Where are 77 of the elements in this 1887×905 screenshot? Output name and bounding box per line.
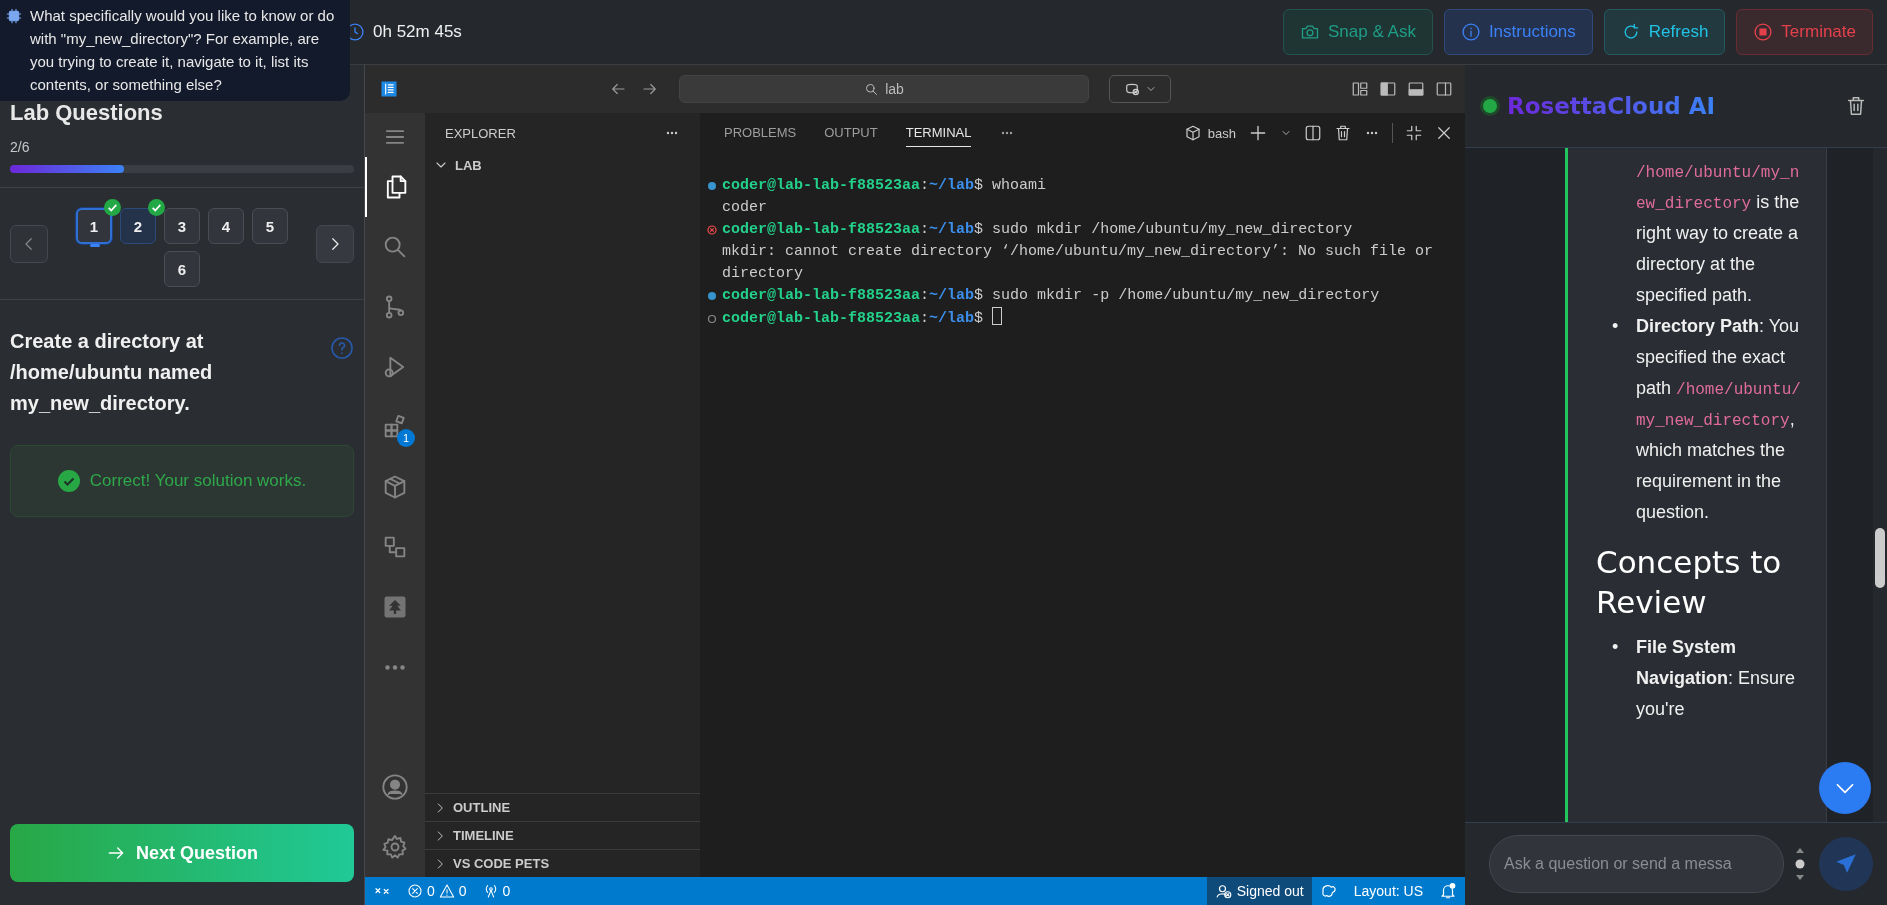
split-icon <box>1304 124 1322 142</box>
question-number[interactable]: 5 <box>252 208 288 244</box>
terminal-cube-icon <box>1183 124 1202 142</box>
account-status[interactable]: Signed out <box>1206 877 1312 905</box>
sidebar-right-icon <box>1435 80 1453 98</box>
trash-icon <box>1845 95 1867 117</box>
error-mark-icon <box>706 225 717 235</box>
stop-icon <box>1753 22 1774 42</box>
question-number[interactable]: 6 <box>164 251 200 287</box>
success-text: Correct! Your solution works. <box>89 471 307 491</box>
panel-tab[interactable]: OUTPUT <box>824 119 878 147</box>
help-icon <box>330 336 354 360</box>
question-number[interactable]: 1 <box>76 208 112 244</box>
panel-tab[interactable]: TERMINAL <box>905 119 972 147</box>
question-number[interactable]: 4 <box>208 208 244 244</box>
empty-circle-icon <box>706 313 717 324</box>
message-heading: Concepts to Review <box>1596 543 1783 622</box>
terminal-command: coder@lab-lab-f88523aa:~/lab$ whoami <box>722 176 1048 196</box>
settings-icon <box>381 833 409 861</box>
command-search[interactable]: lab <box>679 75 1089 103</box>
send-button[interactable] <box>1819 837 1873 891</box>
folder-row[interactable]: LAB <box>425 153 700 177</box>
section-header[interactable]: TIMELINE <box>425 821 700 849</box>
section-header[interactable]: OUTLINE <box>425 793 700 821</box>
terminal-command: coder@lab-lab-f88523aa:~/lab$ sudo mkdir -p /home/ubuntu/my_new_directory <box>722 286 1381 306</box>
close-icon <box>1435 124 1453 142</box>
list-item: Directory Path: You specified the exact path /home/ubuntu/my_new_directory, which matches the requirement in the question. <box>1636 315 1802 524</box>
info-icon <box>1460 22 1481 42</box>
trash-icon <box>1334 124 1352 142</box>
shell-selector[interactable]: bash <box>1183 124 1236 142</box>
question-count: 2/6 <box>10 139 31 155</box>
account-off-icon <box>1214 882 1233 900</box>
feedback-icon <box>1319 882 1338 900</box>
section-heading: Lab Questions <box>10 101 164 125</box>
next-button[interactable] <box>316 224 354 263</box>
problems-status[interactable]: 0 0 <box>399 877 475 905</box>
question-number[interactable]: 3 <box>164 208 200 244</box>
list-item: File System Navigation: Ensure you're <box>1636 636 1797 721</box>
list-item: /home/ubuntu/my_new_directory is the right way to create a directory at the specified path. <box>1636 163 1801 307</box>
bell-icon <box>1439 882 1457 900</box>
ports-status[interactable]: 0 <box>474 877 519 905</box>
question-number[interactable]: 2 <box>120 208 156 244</box>
panel-bottom-icon <box>1407 80 1425 98</box>
warning-icon <box>438 883 455 899</box>
success-dot-icon <box>706 291 717 301</box>
layout-grid-icon <box>1351 80 1369 98</box>
terminal-command: coder@lab-lab-f88523aa:~/lab$ <box>722 307 1443 330</box>
success-dot-icon <box>706 181 717 191</box>
scroll-down-button[interactable] <box>1819 762 1871 814</box>
question-text: Create a directory at /home/ubuntu named my_new_directory. <box>10 329 214 416</box>
panel-tab[interactable]: PROBLEMS <box>724 119 797 147</box>
editor-logo-icon <box>379 79 399 99</box>
terminal-command: coder@lab-lab-f88523aa:~/lab$ sudo mkdir /home/ubuntu/my_new_directory <box>722 220 1354 240</box>
activity-item[interactable]: 1 <box>365 397 425 457</box>
terminal-output: coder <box>722 198 768 218</box>
count-badge: 1 <box>397 429 415 447</box>
timer-text: 0h 52m 45s <box>373 22 462 42</box>
bullet: • <box>1612 316 1619 336</box>
search-icon <box>864 81 880 97</box>
explorer-title: EXPLORER <box>445 125 516 141</box>
assistant-button[interactable] <box>1109 75 1171 103</box>
account-icon <box>381 773 409 801</box>
scroll-thumb[interactable] <box>1875 528 1885 588</box>
bullet: • <box>1612 637 1619 657</box>
tooltip-text: What specifically would you like to know or do with "my_new_directory"? For example, are you trying to create it, navigate to it, list its contents, or something else? <box>30 6 336 95</box>
error-icon <box>407 883 423 899</box>
snap-button[interactable]: Snap & Ask <box>1283 9 1433 55</box>
collapse-icon <box>1405 124 1423 142</box>
sidebar-left-icon <box>1379 80 1397 98</box>
more-icon <box>385 664 405 670</box>
check-circle-icon <box>57 470 80 492</box>
plus-icon <box>1248 123 1268 143</box>
chip-icon <box>6 8 22 24</box>
previous-button[interactable] <box>10 224 48 263</box>
refresh-button[interactable]: Refresh <box>1603 9 1726 55</box>
message-input[interactable]: Ask a question or send a messa <box>1489 835 1784 893</box>
layout-status[interactable]: Layout: US <box>1345 877 1431 905</box>
